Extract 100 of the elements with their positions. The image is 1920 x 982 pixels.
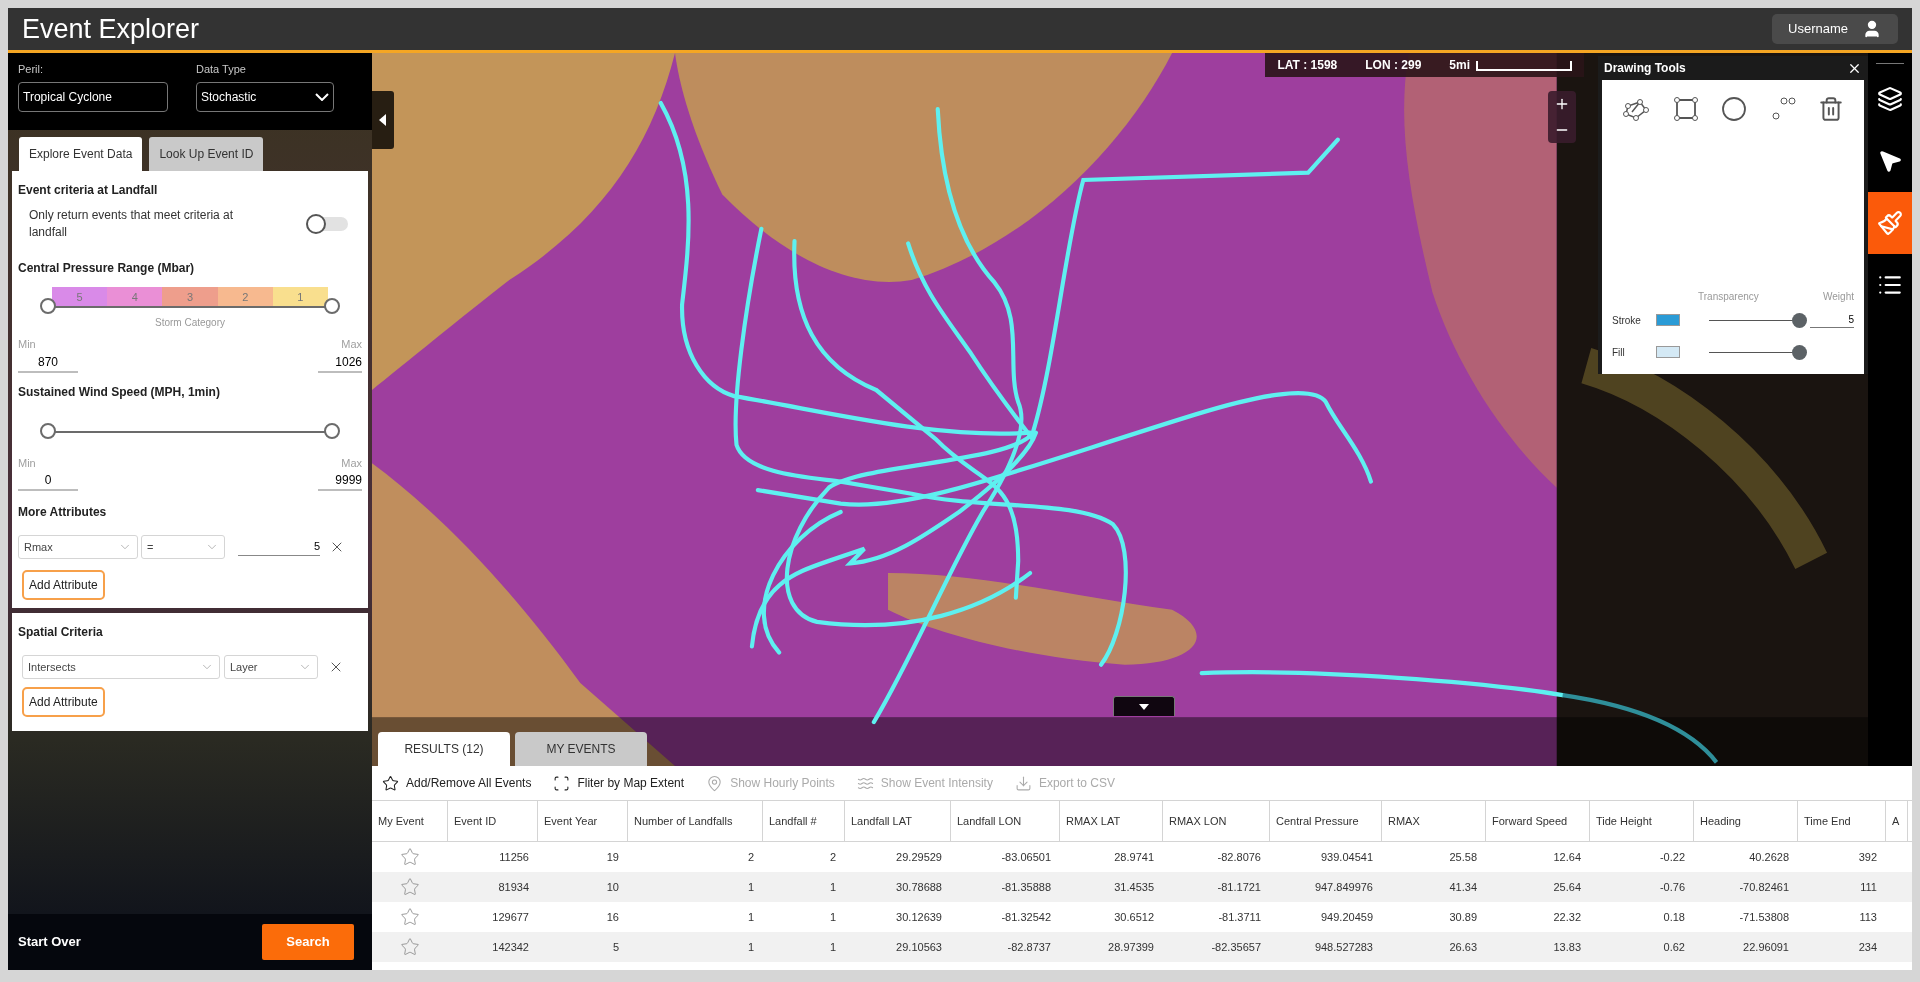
column-header[interactable]: A [1886,801,1908,841]
table-cell-text: 10 [605,879,620,895]
max-input[interactable]: 9999 [318,471,362,491]
toggle-switch[interactable] [306,217,348,231]
table-cell-text: 2 [828,849,837,865]
table-cell-text: 1 [746,909,755,925]
section-title: Central Pressure Range (Mbar) [18,260,196,277]
table-cell-text: 30.6512 [1113,909,1155,925]
column-header[interactable]: RMAX [1382,801,1486,841]
peril-label: Peril: [18,62,45,77]
category-segment: 2 [217,287,273,307]
star-icon[interactable] [400,877,420,897]
star-icon[interactable] [400,907,420,927]
relation-select[interactable]: Intersects [22,655,220,679]
column-header[interactable]: Number of Landfalls [628,801,763,841]
slider-thumb[interactable] [40,422,56,439]
weight-input[interactable]: 5 [1810,312,1854,328]
table-cell-text: 31.4535 [1113,879,1155,895]
column-header[interactable]: RMAX LAT [1060,801,1163,841]
section-title: Spatial Criteria [18,624,104,641]
slider-thumb[interactable] [324,422,340,439]
table-cell-text: -70.82461 [1738,879,1790,895]
value-input[interactable]: 5 [238,538,320,556]
table-cell-text: -81.35888 [1000,879,1052,895]
table-cell-text: 234 [1857,939,1878,955]
table-cell-text: 28.97399 [1107,939,1155,955]
table-cell-text: 30.12639 [895,909,943,925]
slider-thumb[interactable] [324,298,340,314]
start-over-button[interactable]: Start Over [18,932,81,952]
max-input[interactable]: 1026 [318,352,362,373]
category-segment: 1 [272,287,328,307]
peril-field[interactable]: Tropical Cyclone [18,81,168,112]
slider-thumb[interactable] [1792,312,1807,328]
max-label: Max [341,337,362,352]
layers-icon [1877,86,1903,112]
category-segment: 4 [107,287,163,307]
column-header[interactable]: My Event [372,801,448,841]
rectangle-icon[interactable] [1672,96,1699,122]
chevron-icon [315,92,329,101]
column-header[interactable]: RMAX LON [1163,801,1270,841]
table-cell-text: 113 [1858,909,1878,925]
field-select[interactable]: Rmax [18,535,138,559]
column-header[interactable]: Landfall LON [951,801,1060,841]
table-cell-text: -71.53808 [1738,909,1790,925]
max-label: Max [341,455,362,471]
points-icon[interactable] [1769,96,1796,122]
add-attribute-button[interactable]: Add Attribute [22,687,105,717]
table-cell-text: 1 [828,939,837,955]
table-cell-text: 25.58 [1448,849,1478,865]
lat-readout: LAT : 1598 [1277,57,1338,74]
table-cell-text: -0.76 [1658,879,1686,895]
user-button[interactable]: Username [1772,14,1898,44]
min-input[interactable]: 870 [18,352,78,373]
slider-thumb[interactable] [1792,344,1807,360]
polygon-icon[interactable] [1622,96,1650,122]
column-header[interactable]: Event ID [448,801,538,841]
star-icon[interactable] [400,937,420,957]
circle-icon[interactable] [1721,96,1747,122]
column-header[interactable]: Heading [1694,801,1798,841]
min-input[interactable]: 0 [18,471,78,491]
operator-select[interactable]: = [141,535,225,559]
table-cell-text: -81.1721 [1216,879,1262,895]
panel-tab[interactable]: Look Up Event ID [149,137,264,171]
section-title: More Attributes [18,504,108,521]
table-cell-text: -82.8076 [1216,849,1262,865]
column-header[interactable]: Central Pressure [1270,801,1382,841]
table-cell-text: 949.20459 [1320,909,1374,925]
slider-thumb[interactable] [40,298,56,314]
table-cell-text: 5 [611,939,620,955]
results-tab[interactable]: RESULTS (12) [378,732,510,766]
table-cell-text: 2 [746,849,755,865]
color-swatch[interactable] [1656,314,1680,326]
zoom-in-icon[interactable] [1554,96,1570,112]
data-type-select[interactable]: Stochastic [196,81,334,112]
add-attribute-button[interactable]: Add Attribute [22,570,105,600]
scale-label: 5mi [1449,57,1470,74]
column-header[interactable]: Event Year [538,801,628,841]
layer-select[interactable]: Layer [224,655,318,679]
expand-handle[interactable] [1113,696,1175,716]
column-header[interactable]: Landfall # [763,801,845,841]
collapse-handle[interactable] [372,91,394,149]
star-icon [382,774,399,792]
table-cell-text: 30.89 [1448,909,1478,925]
panel-tab[interactable]: Explore Event Data [19,137,143,171]
column-header[interactable]: Tide Height [1590,801,1694,841]
color-swatch[interactable] [1656,346,1680,358]
results-tab[interactable]: MY EVENTS [515,732,647,766]
trash-icon[interactable] [1818,96,1844,122]
map-drawing[interactable] [372,53,1868,766]
transparency-label: Transparency [1698,290,1759,304]
toolbar-action[interactable]: Add/Remove All Events [382,774,532,792]
toolbar-action[interactable]: Fliter by Map Extent [553,774,685,792]
star-icon[interactable] [400,847,420,867]
column-header[interactable]: Landfall LAT [845,801,951,841]
lon-readout: LON : 299 [1365,57,1422,74]
table-cell-text: 1 [746,939,755,955]
table-cell-text: 12.64 [1552,849,1582,865]
column-header[interactable]: Forward Speed [1486,801,1590,841]
table-cell-text: 948.527283 [1313,939,1374,955]
column-header[interactable]: Time End [1798,801,1886,841]
